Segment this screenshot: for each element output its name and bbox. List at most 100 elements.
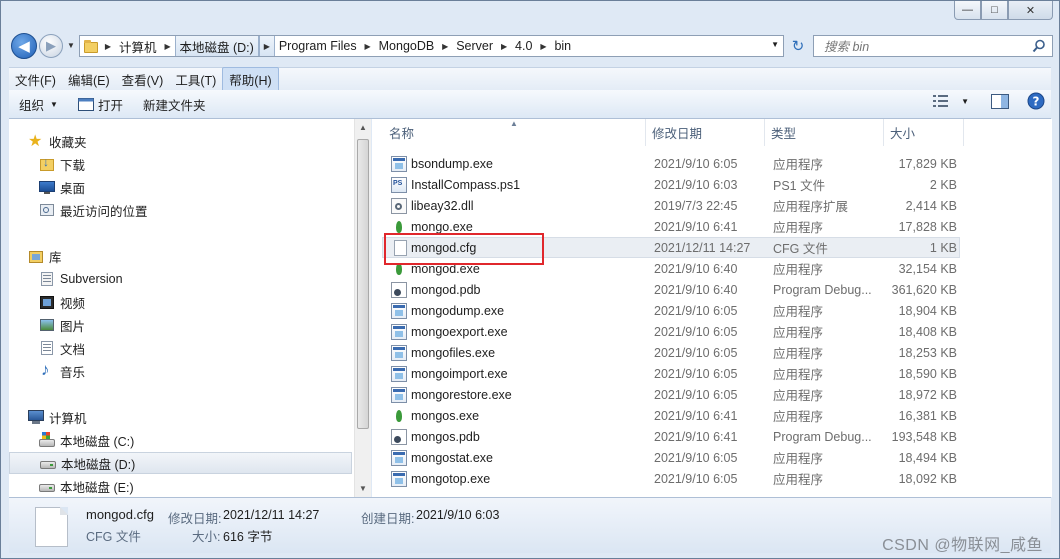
nav-drive-d[interactable]: 本地磁盘 (D:) [9,452,352,474]
nav-music[interactable]: 音乐 [9,360,354,382]
open-button[interactable]: 打开 [68,92,133,116]
breadcrumb-version[interactable]: 4.0 ▶ [511,36,550,56]
file-row[interactable]: mongostat.exe 2021/9/10 6:05 应用程序 18,494 KB [382,447,960,468]
nav-drive-c[interactable]: 本地磁盘 (C:) [9,429,354,451]
breadcrumb-drive-d-chevron[interactable]: ▶ [258,36,275,56]
breadcrumb-bin[interactable]: bin [550,36,575,56]
forward-button[interactable]: ▶ [39,34,63,58]
file-row[interactable]: mongodump.exe 2021/9/10 6:05 应用程序 18,904 KB [382,300,960,321]
chevron-right-icon: ▶ [442,41,449,51]
new-folder-button[interactable]: 新建文件夹 [133,92,216,116]
scroll-up-icon[interactable]: ▲ [359,123,367,132]
breadcrumb-mongodb[interactable]: MongoDB ▶ [375,36,453,56]
nav-favorites[interactable]: 收藏夹 [9,130,354,152]
file-date-modified: 2021/9/10 6:41 [654,408,738,423]
file-date-modified: 2021/9/10 6:05 [654,387,738,402]
address-bar[interactable]: ▶ 计算机 ▶ 本地磁盘 (D:) ▶ Program Files ▶ MongoD… [79,35,784,57]
navigation-scrollbar[interactable]: ▲ ▼ [354,119,371,497]
watermark: CSDN @物联网_咸鱼 [882,537,1043,554]
nav-drive-e[interactable]: 本地磁盘 (E:) [9,475,354,497]
address-dropdown[interactable]: ▼ [771,40,779,49]
details-created-label: 创建日期: [361,512,415,526]
search-input[interactable] [822,37,1026,57]
recent-pages-dropdown[interactable]: ▼ [67,41,75,50]
file-row[interactable]: mongod.pdb 2021/9/10 6:40 Program Debug...… [382,279,960,300]
breadcrumb-program-files[interactable]: Program Files ▶ [275,36,375,56]
chevron-right-icon: ▶ [364,41,371,51]
column-name[interactable]: 名称 [383,119,646,146]
back-button[interactable]: ◀ [11,33,37,59]
file-row[interactable]: mongos.exe 2021/9/10 6:41 应用程序 16,381 KB [382,405,960,426]
file-row[interactable]: InstallCompass.ps1 2021/9/10 6:03 PS1 文件 2 … [382,174,960,195]
column-size[interactable]: 大小 [884,119,964,146]
documents-library-icon [39,340,55,356]
scroll-down-icon[interactable]: ▼ [359,484,367,493]
search-icon[interactable] [1032,39,1046,53]
menu-edit[interactable]: 编辑(E) [62,68,116,91]
file-row[interactable]: mongorestore.exe 2021/9/10 6:05 应用程序 18,972… [382,384,960,405]
nav-recent-places[interactable]: 最近访问的位置 [9,199,354,221]
nav-videos[interactable]: 视频 [9,291,354,313]
maximize-button[interactable]: □ [981,1,1008,20]
nav-pictures[interactable]: 图片 [9,314,354,336]
file-size: 18,092 KB [898,471,957,486]
file-type: 应用程序扩展 [773,200,849,214]
navigation-bar: ◀ ▶ ▼ ▶ 计算机 ▶ 本地磁盘 (D:) ▶ Program Files ▶ … [9,31,1053,61]
menu-view[interactable]: 查看(V) [116,68,170,91]
nav-downloads[interactable]: 下载 [9,153,354,175]
menu-file[interactable]: 文件(F) [9,68,62,91]
file-type: 应用程序 [773,452,824,466]
nav-libraries[interactable]: 库 [9,245,354,267]
nav-subversion[interactable]: Subversion [9,268,354,290]
file-row[interactable]: mongoimport.exe 2021/9/10 6:05 应用程序 18,590 … [382,363,960,384]
file-list-scrollbar[interactable] [1044,119,1052,497]
refresh-button[interactable]: ↻ [787,35,809,57]
file-row[interactable]: bsondump.exe 2021/9/10 6:05 应用程序 17,829 KB [382,153,960,174]
file-row[interactable]: mongoexport.exe 2021/9/10 6:05 应用程序 18,408 … [382,321,960,342]
application-icon [391,323,407,340]
menu-help[interactable]: 帮助(H) [222,66,279,92]
debug-database-icon [391,281,407,298]
file-name: mongorestore.exe [411,387,512,402]
application-icon [391,470,407,487]
file-type: 应用程序 [773,326,824,340]
view-dropdown-icon[interactable]: ▼ [961,97,969,106]
details-file-type: CFG 文件 [86,530,141,544]
file-date-modified: 2021/9/10 6:05 [654,324,738,339]
computer-icon [28,409,44,425]
file-size: 18,408 KB [898,324,957,339]
change-view-icon[interactable] [933,95,951,107]
dll-file-icon [391,197,407,214]
column-date-modified[interactable]: 修改日期 [646,119,765,146]
column-type[interactable]: 类型 [765,119,884,146]
nav-computer[interactable]: 计算机 [9,406,354,428]
breadcrumb-root[interactable]: ▶ [101,36,115,56]
file-type: 应用程序 [773,263,824,277]
file-type: 应用程序 [773,410,824,424]
nav-documents[interactable]: 文档 [9,337,354,359]
chevron-right-icon: ▶ [164,41,171,51]
file-date-modified: 2019/7/3 22:45 [654,198,738,213]
menu-tools[interactable]: 工具(T) [169,68,222,91]
file-date-modified: 2021/9/10 6:05 [654,450,738,465]
organize-button[interactable]: 组织 ▼ [9,92,68,116]
scrollbar-thumb[interactable] [357,139,369,429]
nav-desktop[interactable]: 桌面 [9,176,354,198]
close-button[interactable]: ✕ [1008,1,1053,20]
search-box[interactable] [813,35,1053,57]
library-icon [28,248,44,264]
preview-pane-icon[interactable] [991,93,1009,109]
breadcrumb-server[interactable]: Server ▶ [452,36,511,56]
minimize-button[interactable]: — [954,1,981,20]
file-row[interactable]: libeay32.dll 2019/7/3 22:45 应用程序扩展 2,414 KB [382,195,960,216]
file-row[interactable]: mongos.pdb 2021/9/10 6:41 Program Debug...… [382,426,960,447]
star-icon [28,131,44,151]
file-size: 18,972 KB [898,387,957,402]
chevron-down-icon: ▼ [50,99,58,109]
file-row[interactable]: mongotop.exe 2021/9/10 6:05 应用程序 18,092 KB [382,468,960,489]
file-name: mongos.exe [411,408,480,423]
breadcrumb-computer[interactable]: 计算机 ▶ [115,36,175,56]
breadcrumb-drive-d[interactable]: 本地磁盘 (D:) [174,36,259,56]
help-icon[interactable]: ? [1027,92,1045,110]
file-row[interactable]: mongofiles.exe 2021/9/10 6:05 应用程序 18,253 K… [382,342,960,363]
